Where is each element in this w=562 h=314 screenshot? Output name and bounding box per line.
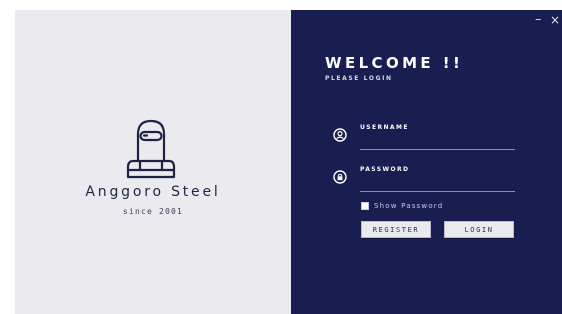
password-field[interactable] — [360, 175, 515, 192]
welcome-title: WELCOME !! — [325, 54, 464, 72]
welder-mask-icon — [126, 119, 176, 179]
brand-since: since 2001 — [122, 207, 184, 216]
show-password-toggle[interactable]: Show Password — [361, 202, 443, 210]
login-subtitle: PLEASE LOGIN — [325, 75, 393, 82]
close-button[interactable]: × — [550, 14, 560, 27]
login-window: Anggoro Steel since 2001 – × WELCOME !! … — [15, 10, 562, 314]
username-label: USERNAME — [360, 124, 409, 131]
password-label: PASSWORD — [360, 166, 410, 173]
brand-name: Anggoro Steel — [85, 184, 221, 200]
show-password-label: Show Password — [374, 202, 444, 210]
lock-icon — [333, 170, 347, 184]
brand-panel: Anggoro Steel since 2001 — [15, 10, 291, 314]
login-button[interactable]: LOGIN — [444, 221, 514, 238]
show-password-checkbox[interactable] — [361, 202, 369, 210]
login-panel: – × WELCOME !! PLEASE LOGIN USERNAME PAS… — [291, 10, 562, 314]
user-icon — [333, 128, 347, 142]
minimize-button[interactable]: – — [535, 13, 542, 26]
username-field[interactable] — [360, 133, 515, 150]
register-button[interactable]: REGISTER — [361, 221, 431, 238]
